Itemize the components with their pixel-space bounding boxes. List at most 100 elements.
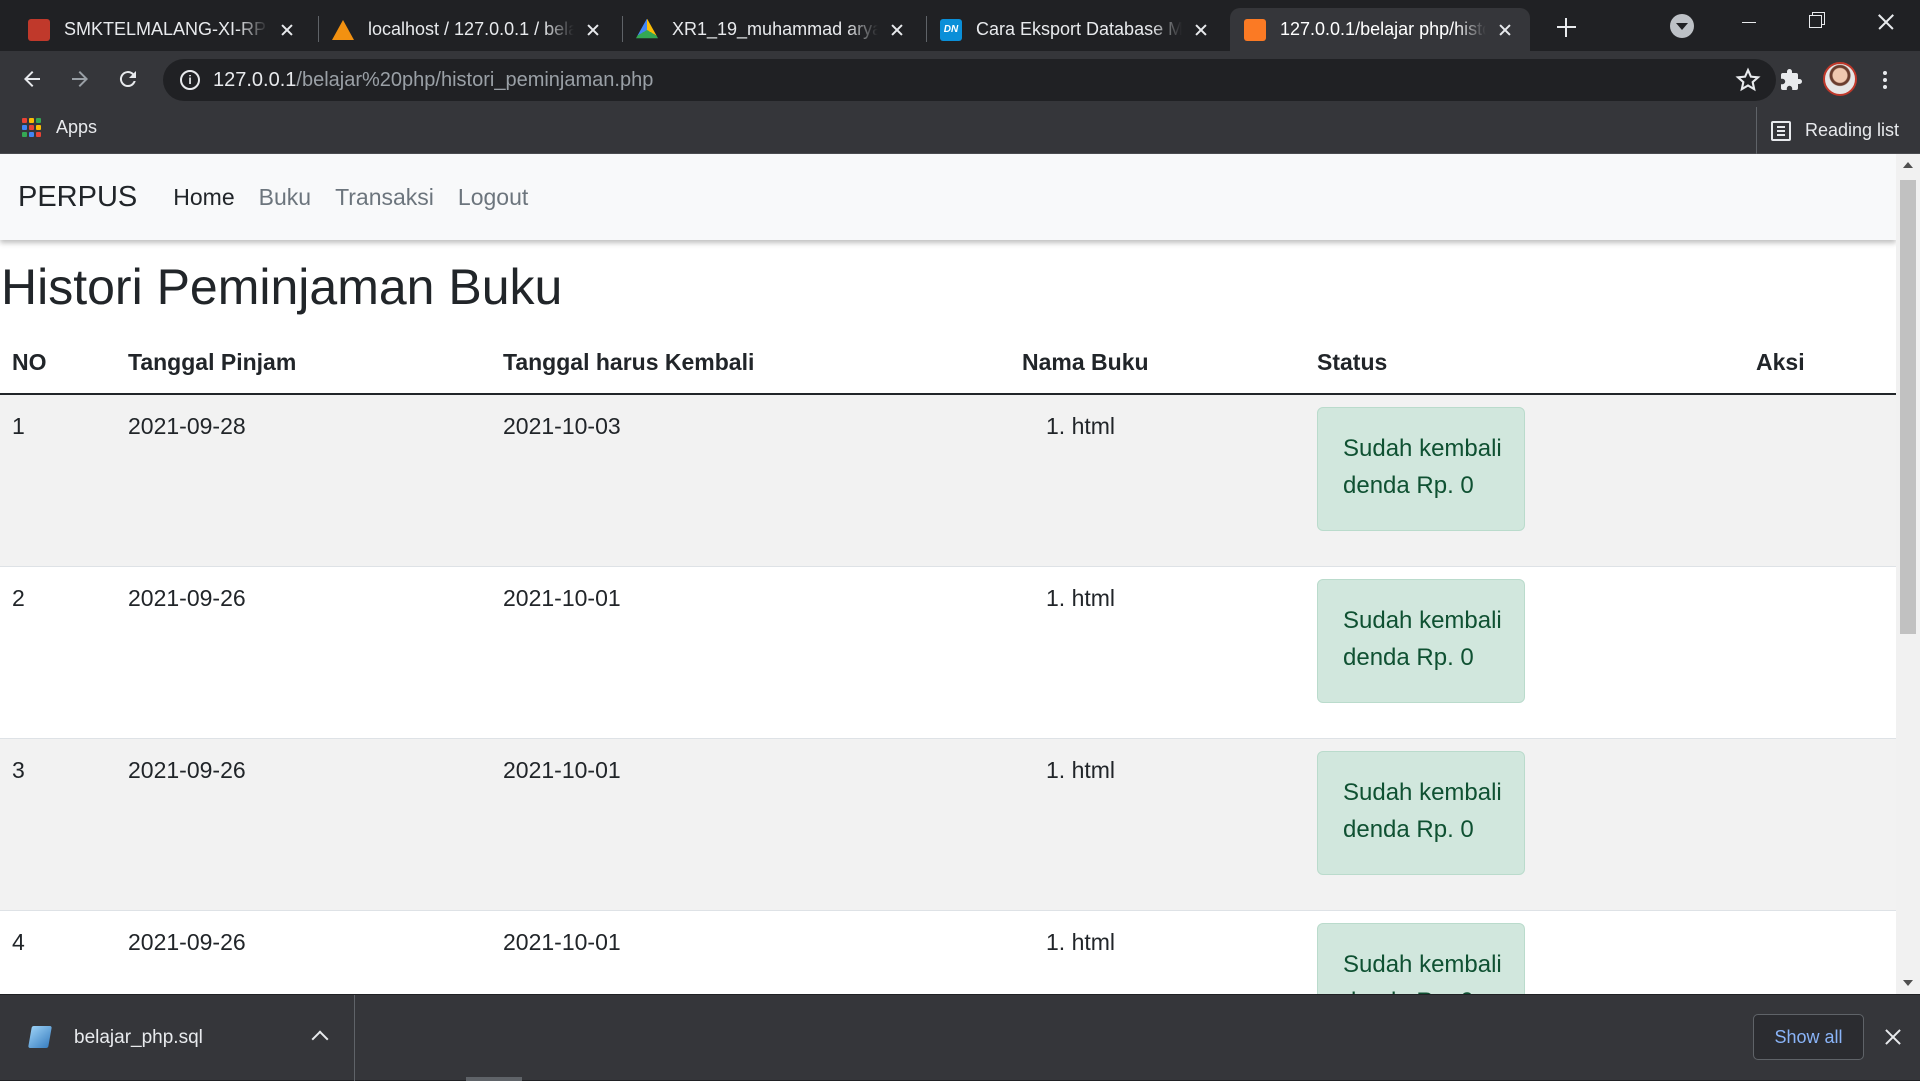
- tab-close-icon[interactable]: [886, 19, 908, 41]
- apps-shortcut[interactable]: Apps: [22, 117, 97, 138]
- reload-button[interactable]: [110, 61, 146, 97]
- bookmark-star-icon[interactable]: [1734, 66, 1762, 94]
- cell-no: 4: [0, 909, 116, 994]
- history-table: NO Tanggal Pinjam Tanggal harus Kembali …: [0, 332, 1896, 994]
- bookmarks-bar: Apps Reading list: [0, 107, 1920, 154]
- address-bar[interactable]: i 127.0.0.1/belajar%20php/histori_peminj…: [163, 59, 1776, 101]
- chevron-up-icon[interactable]: [311, 1030, 329, 1048]
- browser-tab[interactable]: SMKTELMALANG-XI-RPL-: [14, 8, 312, 51]
- navbar-brand[interactable]: PERPUS: [18, 181, 137, 214]
- forward-button[interactable]: [62, 61, 98, 97]
- cell-aksi: [1744, 909, 1896, 994]
- cell-nama-buku: 1. html: [1010, 737, 1305, 910]
- site-navbar: PERPUS Home Buku Transaksi Logout: [0, 154, 1896, 240]
- xampp-favicon-icon: [1244, 18, 1266, 41]
- cell-aksi: [1744, 565, 1896, 738]
- cell-aksi: [1744, 737, 1896, 910]
- nav-link-home[interactable]: Home: [161, 184, 246, 211]
- tab-close-icon[interactable]: [276, 19, 298, 41]
- reading-list-button[interactable]: Reading list: [1756, 107, 1899, 154]
- scrollbar-thumb[interactable]: [1900, 180, 1916, 634]
- cell-nama-buku: 1. html: [1010, 909, 1305, 994]
- download-item[interactable]: belajar_php.sql: [0, 995, 355, 1081]
- tab-close-icon[interactable]: [1494, 19, 1516, 41]
- more-vert-icon: [1883, 71, 1887, 89]
- reading-list-icon: [1771, 120, 1791, 141]
- fine-text: denda Rp. 0: [1343, 983, 1524, 995]
- puzzle-icon: [1781, 69, 1802, 90]
- apps-label: Apps: [56, 117, 98, 137]
- tab-title: XR1_19_muhammad arya: [672, 19, 878, 39]
- column-header-status: Status: [1305, 332, 1744, 395]
- table-row: 1 2021-09-28 2021-10-03 1. html Sudah ke…: [0, 393, 1896, 566]
- cell-tanggal-kembali: 2021-10-01: [491, 565, 1010, 738]
- table-row: 2 2021-09-26 2021-10-01 1. html Sudah ke…: [0, 565, 1896, 738]
- forward-arrow-icon: [72, 71, 88, 87]
- browser-tab-active[interactable]: 127.0.0.1/belajar php/histori: [1230, 8, 1530, 51]
- fine-text: denda Rp. 0: [1343, 643, 1474, 671]
- back-arrow-icon: [24, 71, 40, 87]
- apps-grid-icon: [22, 117, 42, 138]
- status-badge: Sudah kembali denda Rp. 0: [1317, 407, 1525, 531]
- status-text: Sudah kembali: [1343, 950, 1502, 978]
- cell-status: Sudah kembali denda Rp. 0: [1305, 737, 1744, 910]
- browser-toolbar: i 127.0.0.1/belajar%20php/histori_peminj…: [0, 51, 1920, 107]
- menu-button[interactable]: [1868, 63, 1902, 97]
- close-downloads-icon[interactable]: [1880, 1024, 1906, 1050]
- download-shelf-indicator: [466, 1077, 522, 1081]
- column-header-tanggal-kembali: Tanggal harus Kembali: [491, 332, 1010, 395]
- status-badge: Sudah kembali denda Rp. 0: [1317, 922, 1525, 995]
- sql-file-icon: [28, 1026, 52, 1048]
- new-tab-icon[interactable]: [1551, 12, 1581, 42]
- status-text: Sudah kembali: [1343, 606, 1502, 634]
- tab-title: 127.0.0.1/belajar php/histori: [1280, 19, 1486, 39]
- cell-no: 1: [0, 393, 116, 566]
- cell-tanggal-kembali: 2021-10-01: [491, 737, 1010, 910]
- show-all-button[interactable]: Show all: [1753, 1014, 1864, 1060]
- tab-close-icon[interactable]: [1190, 19, 1212, 41]
- cell-status: Sudah kembali denda Rp. 0: [1305, 565, 1744, 738]
- phpmyadmin-favicon-icon: [332, 19, 354, 40]
- browser-tab[interactable]: XR1_19_muhammad arya: [622, 8, 922, 51]
- reload-icon: [119, 71, 136, 88]
- page-viewport: PERPUS Home Buku Transaksi Logout Histor…: [0, 154, 1920, 994]
- fine-text: denda Rp. 0: [1343, 815, 1474, 843]
- cell-no: 2: [0, 565, 116, 738]
- column-header-aksi: Aksi: [1744, 332, 1896, 395]
- cell-tanggal-kembali: 2021-10-03: [491, 393, 1010, 566]
- table-header: NO Tanggal Pinjam Tanggal harus Kembali …: [0, 332, 1896, 395]
- column-header-no: NO: [0, 332, 116, 395]
- column-header-nama-buku: Nama Buku: [1010, 332, 1305, 395]
- vertical-scrollbar[interactable]: [1896, 154, 1920, 994]
- status-text: Sudah kembali: [1343, 778, 1502, 806]
- nav-link-buku[interactable]: Buku: [247, 184, 323, 211]
- url-text: 127.0.0.1/belajar%20php/histori_peminjam…: [213, 69, 654, 91]
- extensions-button[interactable]: [1774, 63, 1808, 97]
- page-title: Histori Peminjaman Buku: [1, 259, 563, 315]
- nav-link-transaksi[interactable]: Transaksi: [323, 184, 446, 211]
- tab-title: localhost / 127.0.0.1 / belajar_php: [368, 19, 574, 39]
- site-info-icon[interactable]: i: [180, 70, 200, 90]
- browser-tab[interactable]: DN Cara Eksport Database MySQL: [926, 8, 1226, 51]
- scroll-up-icon[interactable]: [1903, 162, 1913, 168]
- tab-title: Cara Eksport Database MySQL: [976, 19, 1182, 39]
- status-text: Sudah kembali: [1343, 435, 1502, 462]
- profile-avatar[interactable]: [1823, 62, 1857, 96]
- tab-search-icon[interactable]: [1670, 14, 1694, 38]
- nav-link-logout[interactable]: Logout: [446, 184, 540, 211]
- page-content: PERPUS Home Buku Transaksi Logout Histor…: [0, 154, 1896, 994]
- back-button[interactable]: [14, 61, 50, 97]
- column-header-tanggal-pinjam: Tanggal Pinjam: [116, 332, 491, 395]
- restore-icon[interactable]: [1784, 0, 1848, 42]
- cell-status: Sudah kembali denda Rp. 0: [1305, 909, 1744, 995]
- scroll-down-icon[interactable]: [1903, 980, 1913, 986]
- fine-text: denda Rp. 0: [1343, 472, 1474, 499]
- table-row: 4 2021-09-26 2021-10-01 1. html Sudah ke…: [0, 909, 1896, 995]
- minimize-icon[interactable]: [1716, 0, 1780, 42]
- tab-close-icon[interactable]: [582, 19, 604, 41]
- cell-tanggal-pinjam: 2021-09-26: [116, 737, 491, 910]
- window-close-icon[interactable]: [1852, 0, 1916, 42]
- cell-nama-buku: 1. html: [1010, 565, 1305, 738]
- dn-favicon-icon: DN: [940, 18, 962, 41]
- browser-tab[interactable]: localhost / 127.0.0.1 / belajar_php: [318, 8, 618, 51]
